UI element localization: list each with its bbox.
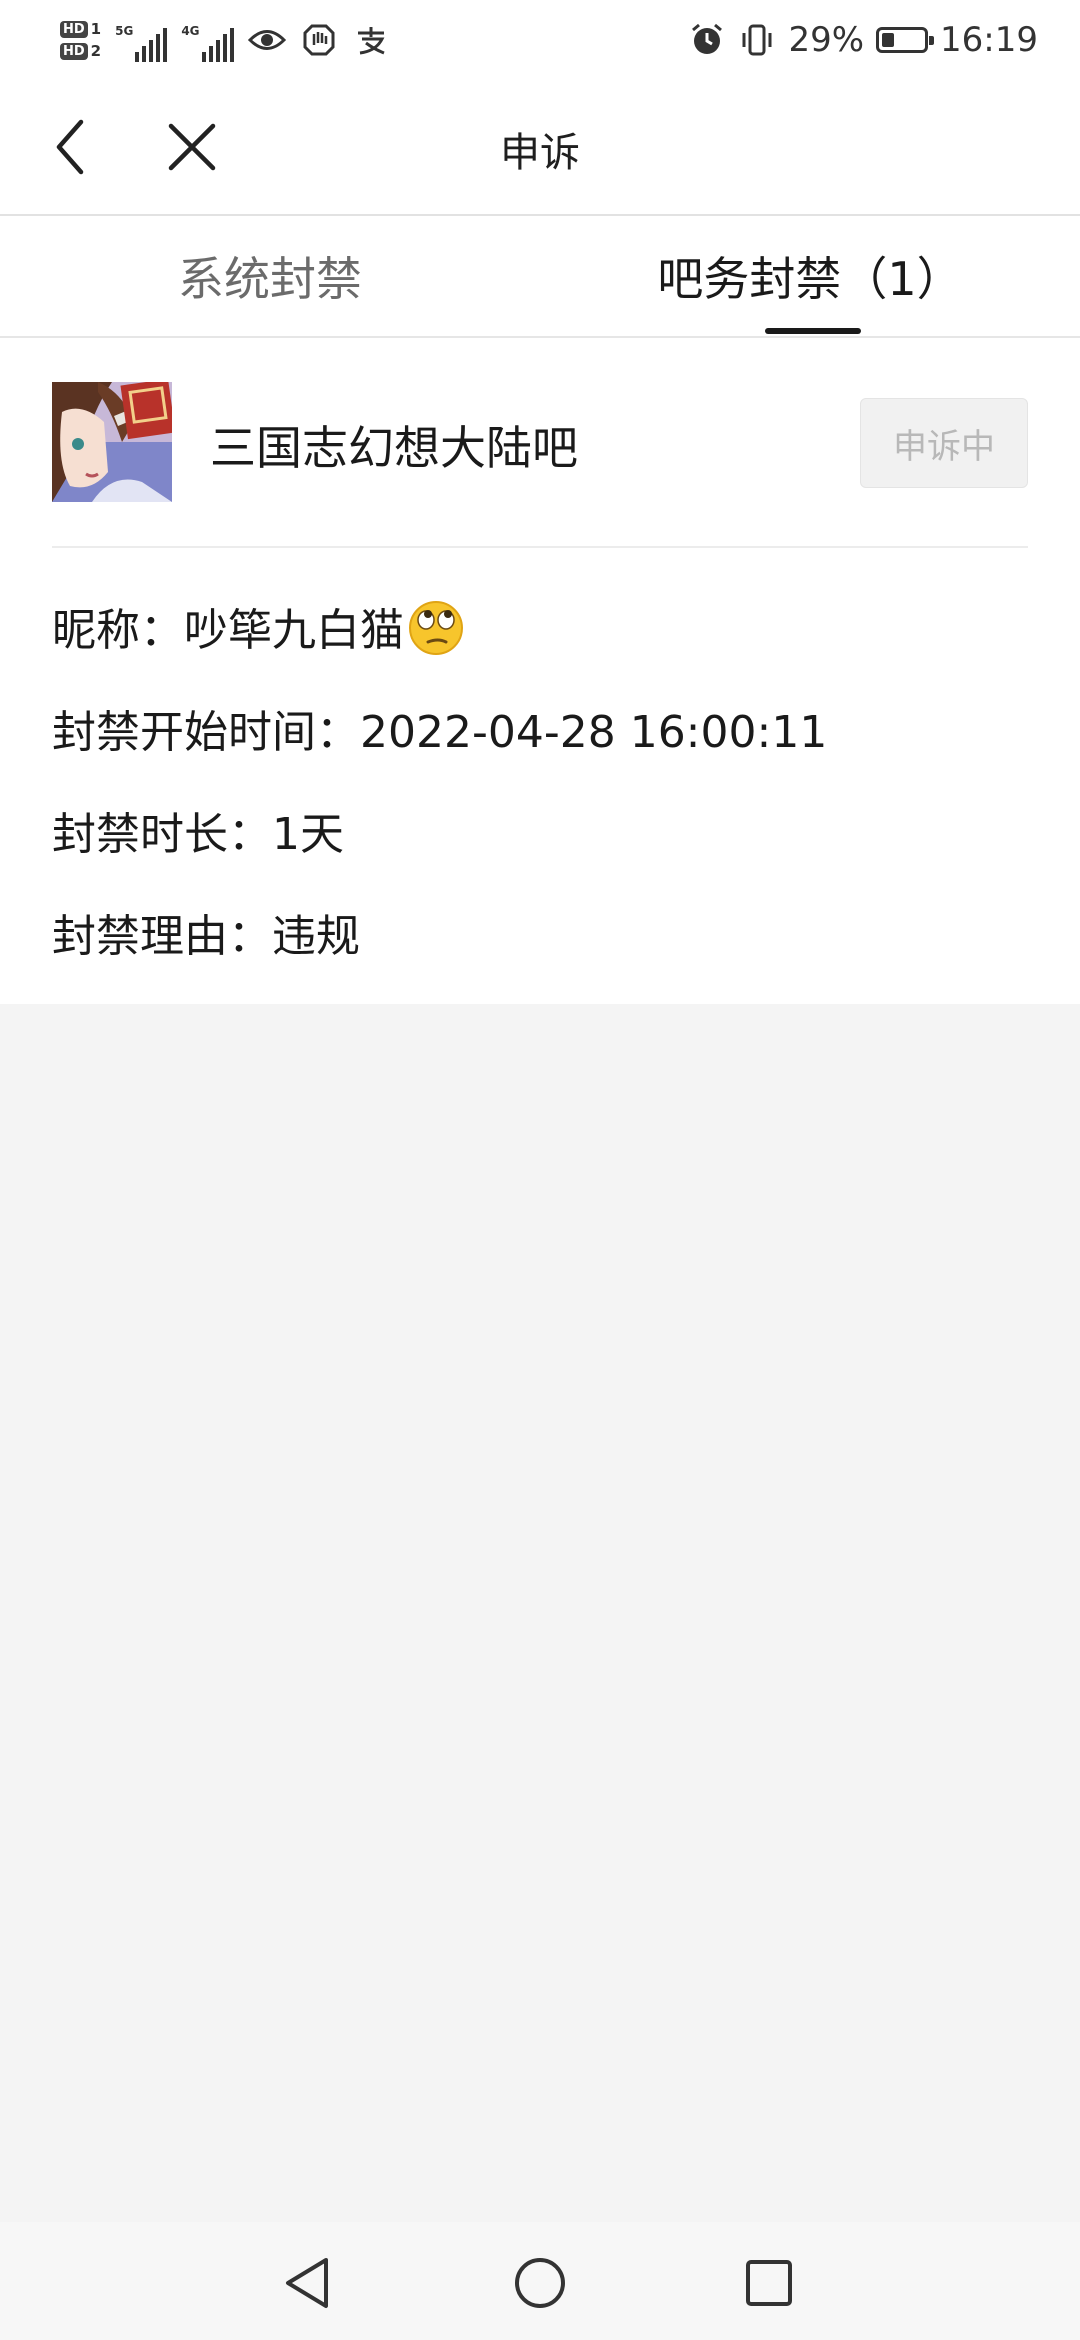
sim2-number: 2 bbox=[90, 42, 102, 60]
forum-name: 三国志幻想大陆吧 bbox=[210, 421, 578, 475]
sim1-number: 1 bbox=[90, 20, 102, 38]
ban-start-label: 封禁开始时间： bbox=[52, 707, 360, 758]
signal-5g: 5G bbox=[115, 18, 168, 62]
net-4g-label: 4G bbox=[181, 24, 200, 38]
alarm-icon bbox=[688, 21, 726, 59]
ban-start-value: 2022-04-28 16:00:11 bbox=[360, 707, 828, 758]
nav-back-button[interactable] bbox=[272, 2248, 342, 2318]
sim1-indicator: HD 1 bbox=[60, 20, 101, 38]
battery-icon bbox=[876, 27, 935, 53]
tab-bar: 系统封禁 吧务封禁（1） bbox=[0, 216, 1080, 338]
signal-4g: 4G bbox=[181, 18, 234, 62]
nickname-row: 昵称：吵筚九白猫 bbox=[52, 594, 464, 667]
header-bar: 申诉 bbox=[0, 80, 1080, 216]
nickname-label: 昵称： bbox=[52, 605, 184, 656]
nickname-value: 吵筚九白猫 bbox=[184, 605, 404, 656]
status-left: HD 1 HD 2 5G 4G bbox=[60, 10, 390, 70]
appeal-status-button[interactable]: 申诉中 bbox=[860, 398, 1028, 488]
sim-indicators: HD 1 HD 2 bbox=[60, 20, 101, 60]
forum-avatar bbox=[52, 378, 176, 502]
active-tab-indicator bbox=[765, 328, 861, 334]
vibrate-icon bbox=[738, 21, 776, 59]
sim2-indicator: HD 2 bbox=[60, 42, 101, 60]
signal-bars-icon bbox=[135, 28, 168, 62]
eye-icon bbox=[247, 21, 286, 59]
ban-card: 三国志幻想大陆吧 申诉中 昵称：吵筚九白猫 封禁开始时间：2022-04-28 … bbox=[0, 338, 1080, 1004]
recents-square-icon bbox=[746, 2260, 792, 2306]
forum-row[interactable]: 三国志幻想大陆吧 申诉中 bbox=[52, 378, 1028, 502]
ban-duration-row: 封禁时长：1天 bbox=[52, 798, 344, 862]
ban-duration-value: 1天 bbox=[272, 809, 344, 860]
divider bbox=[52, 546, 1028, 548]
tab-forum-ban[interactable]: 吧务封禁（1） bbox=[540, 216, 1080, 336]
battery-percent: 29% bbox=[788, 20, 865, 60]
clock: 16:19 bbox=[940, 20, 1038, 60]
ban-duration-label: 封禁时长： bbox=[52, 809, 272, 860]
net-5g-label: 5G bbox=[115, 24, 134, 38]
battery-fill bbox=[882, 33, 895, 47]
ban-start-row: 封禁开始时间：2022-04-28 16:00:11 bbox=[52, 696, 827, 760]
hd2-badge: HD bbox=[60, 42, 88, 60]
hd1-badge: HD bbox=[60, 20, 88, 38]
eye-roll-emoji-icon bbox=[408, 600, 464, 667]
ban-reason-label: 封禁理由： bbox=[52, 911, 272, 962]
nav-recents-button[interactable] bbox=[734, 2248, 804, 2318]
nav-home-button[interactable] bbox=[505, 2248, 575, 2318]
tab-system-ban[interactable]: 系统封禁 bbox=[0, 216, 540, 336]
pay-icon bbox=[352, 21, 390, 59]
home-circle-icon bbox=[515, 2258, 565, 2308]
status-right: 29% 16:19 bbox=[688, 10, 1038, 70]
status-bar: HD 1 HD 2 5G 4G 29% 16:19 bbox=[0, 0, 1080, 80]
back-triangle-icon bbox=[286, 2258, 328, 2308]
hand-icon bbox=[300, 21, 338, 59]
ban-reason-row: 封禁理由：违规 bbox=[52, 900, 360, 964]
ban-reason-value: 违规 bbox=[272, 911, 360, 962]
signal-bars-icon bbox=[201, 28, 234, 62]
page-title: 申诉 bbox=[500, 130, 580, 176]
system-nav-bar bbox=[0, 2222, 1080, 2340]
